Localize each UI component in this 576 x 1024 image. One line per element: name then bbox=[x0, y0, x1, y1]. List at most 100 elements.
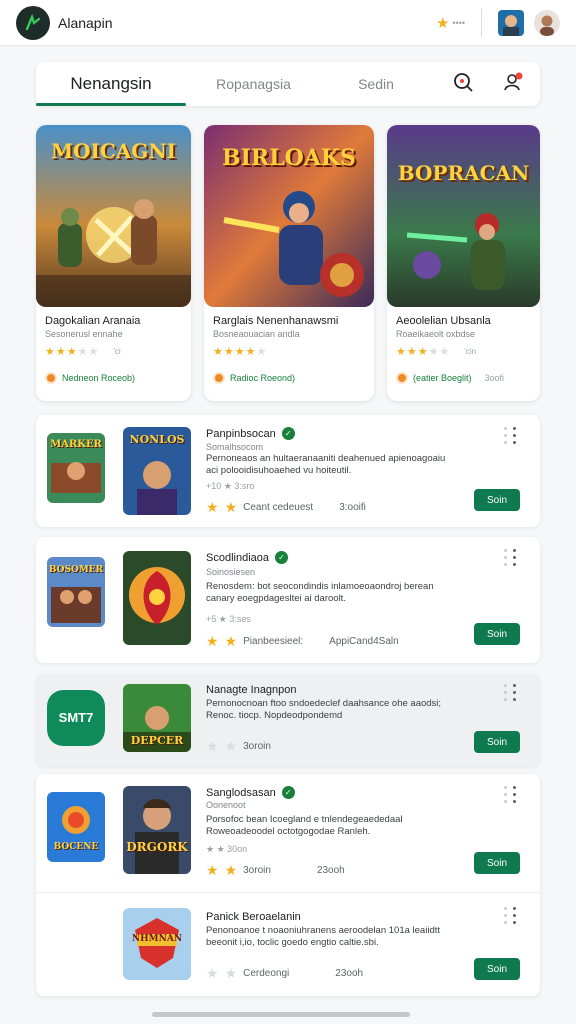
game-title: Dagokalian Aranaia bbox=[45, 315, 141, 327]
game-thumbnail: SMT7 bbox=[47, 690, 105, 746]
list-item-subtitle: Somalhsocom bbox=[206, 442, 264, 452]
star-icon: ★ bbox=[224, 633, 238, 649]
featured-card[interactable]: BIRLOAKS Rarglais Nenenhanawsmi Bosneaou… bbox=[204, 125, 374, 401]
get-button[interactable]: Soin bbox=[474, 489, 520, 511]
get-button[interactable]: Soin bbox=[474, 731, 520, 753]
star-icon: ★ bbox=[206, 499, 219, 515]
more-options-icon[interactable] bbox=[504, 425, 526, 446]
star-icon: ★ bbox=[224, 738, 238, 754]
game-title: Aeoolelian Ubsanla bbox=[396, 315, 491, 327]
list-item-description: Pernoneaos an hultaeranaaniti deahenued … bbox=[206, 453, 446, 476]
game-avatar[interactable] bbox=[498, 9, 524, 36]
tab-nenangsin[interactable]: Nenangsin bbox=[36, 62, 186, 106]
list-item-title: Scodlindiaoa ✓ bbox=[206, 551, 288, 564]
get-button[interactable]: Soin bbox=[474, 623, 520, 645]
list-item[interactable]: BOSOMER Scodlindiaoa ✓ Soinosiesen Renos… bbox=[36, 537, 540, 663]
game-artwork: MOICAGNI bbox=[36, 125, 191, 307]
game-artwork: BIRLOAKS bbox=[204, 125, 374, 307]
verified-icon: ✓ bbox=[275, 551, 288, 564]
game-subtitle: Bosneaouacian andla bbox=[213, 329, 300, 339]
app-logo-icon[interactable] bbox=[16, 5, 50, 40]
verified-icon: ✓ bbox=[281, 427, 295, 440]
star-icon: ★ bbox=[206, 862, 219, 878]
coins-value: •••• bbox=[452, 17, 465, 28]
more-options-icon[interactable] bbox=[504, 905, 526, 926]
game-icon: NONLOS bbox=[123, 427, 191, 515]
star-icon: ★ bbox=[206, 738, 219, 754]
list-item-meta: ★ ★ 30on bbox=[206, 844, 248, 854]
list-item-footer: ★ ★ 3oroin 23ooh bbox=[206, 862, 345, 878]
list-item-meta: +10 ★ 3:sro bbox=[206, 481, 255, 491]
list-item[interactable]: MARKER NONLOS Panpinbsocan ✓ Somalhsocom… bbox=[36, 415, 540, 527]
featured-badge[interactable]: Nedneon Roceob) bbox=[45, 372, 182, 384]
list-group: BOCENE DRGORK Sanglodsasan ✓ Oonenoot Po… bbox=[36, 774, 540, 996]
badge-icon bbox=[396, 372, 408, 384]
list-item-description: Renosdem: bot seocondindis inlamoeoaondr… bbox=[206, 581, 434, 604]
star-icon: ★ bbox=[206, 965, 219, 981]
list-item-description: Penonoanoe t noaoniuhranens aeroodelan 1… bbox=[206, 925, 441, 948]
list-item-subtitle: Oonenoot bbox=[206, 800, 246, 810]
game-subtitle: Sesonerusl ennahe bbox=[45, 329, 123, 339]
star-icon: ★ bbox=[224, 965, 238, 981]
rating-stars: ★ ★ ★ ★ ★ 'cin bbox=[396, 346, 477, 358]
list-item-footer: ★ ★ Pianbeesieel: AppiCand4Saln bbox=[206, 633, 399, 649]
featured-section: MOICAGNI Dagokalian Aranaia Sesonerusl e… bbox=[36, 125, 540, 401]
game-thumbnail: BOSOMER bbox=[47, 557, 105, 627]
featured-card[interactable]: BOPRACAN Aeoolelian Ubsanla Roaeikaeolt … bbox=[387, 125, 540, 401]
list-item-footer: ★ ★ 3oroin bbox=[206, 738, 271, 754]
coins-indicator[interactable]: ★ •••• bbox=[436, 14, 465, 32]
featured-card[interactable]: MOICAGNI Dagokalian Aranaia Sesonerusl e… bbox=[36, 125, 191, 401]
list-item-footer: ★ ★ Cerdeongi 23ooh bbox=[206, 965, 364, 981]
list-item[interactable]: NHMNAN Panick Beroaelanin Penonoanoe t n… bbox=[36, 893, 540, 996]
divider bbox=[481, 8, 482, 37]
app-bar: Alanapin ★ •••• bbox=[0, 0, 576, 46]
user-avatar[interactable] bbox=[534, 9, 560, 36]
game-thumbnail: BOCENE bbox=[47, 792, 105, 862]
star-coin-icon: ★ bbox=[435, 14, 450, 32]
game-icon bbox=[123, 551, 191, 645]
badge-icon bbox=[45, 372, 57, 384]
list-item-subtitle: Soinosiesen bbox=[206, 567, 256, 577]
app-title: Alanapin bbox=[58, 14, 113, 31]
game-art-title: MOICAGNI bbox=[50, 139, 177, 163]
game-subtitle: Roaeikaeolt oxbdse bbox=[396, 329, 476, 339]
tab-sedin[interactable]: Sedin bbox=[321, 62, 431, 106]
list-item[interactable]: SMT7 DEPCER Nanagte Inagnpon Pernonocnoa… bbox=[36, 674, 540, 766]
list-item[interactable]: BOCENE DRGORK Sanglodsasan ✓ Oonenoot Po… bbox=[36, 774, 540, 892]
list-item-description: Porsofoc bean Icoegland e tnlendegeaeded… bbox=[206, 814, 403, 837]
game-icon: DEPCER bbox=[123, 684, 191, 752]
list-item-meta: +5 ★ 3:ses bbox=[206, 614, 251, 624]
more-options-icon[interactable] bbox=[504, 547, 526, 568]
game-thumbnail: MARKER bbox=[47, 433, 105, 503]
featured-badge[interactable]: (eatier Boeglit) 3oofi bbox=[396, 372, 531, 384]
game-art-title: BOPRACAN bbox=[397, 161, 530, 185]
badge-icon bbox=[213, 372, 225, 384]
list-item-footer: ★ ★ Ceant cedeuest 3:ooifi bbox=[206, 499, 366, 515]
star-icon: ★ bbox=[224, 499, 238, 515]
game-title: Rarglais Nenenhanawsmi bbox=[213, 315, 339, 327]
featured-badge[interactable]: Radioc Roeond) bbox=[213, 372, 365, 384]
list-item-title: Nanagte Inagnpon bbox=[206, 684, 297, 696]
list-item-description: Pernonocnoan ftoo sndoedeclef daahsance … bbox=[206, 698, 442, 721]
more-options-icon[interactable] bbox=[504, 682, 526, 703]
game-art-title: BIRLOAKS bbox=[222, 145, 356, 171]
game-artwork: BOPRACAN bbox=[387, 125, 540, 307]
game-icon: DRGORK bbox=[123, 786, 191, 874]
search-icon[interactable] bbox=[452, 71, 474, 98]
get-button[interactable]: Soin bbox=[474, 958, 520, 980]
list-item-title: Panpinbsocan ✓ bbox=[206, 427, 295, 440]
get-button[interactable]: Soin bbox=[474, 852, 520, 874]
rating-stars: ★ ★ ★ ★ ★ bbox=[213, 346, 267, 358]
home-indicator[interactable] bbox=[152, 1012, 410, 1017]
list-item-title: Sanglodsasan ✓ bbox=[206, 786, 295, 799]
star-icon: ★ bbox=[224, 862, 238, 878]
rating-stars: ★ ★ ★ ★ ★ 'ci bbox=[45, 346, 121, 358]
more-options-icon[interactable] bbox=[504, 784, 526, 805]
tab-ropanagsia[interactable]: Ropanagsia bbox=[186, 62, 321, 106]
profile-notification-icon[interactable] bbox=[502, 71, 524, 98]
verified-icon: ✓ bbox=[281, 786, 295, 799]
star-icon: ★ bbox=[206, 633, 219, 649]
tabs-bar: Nenangsin Ropanagsia Sedin bbox=[36, 62, 540, 106]
game-icon: NHMNAN bbox=[123, 908, 191, 980]
list-item-title: Panick Beroaelanin bbox=[206, 911, 301, 923]
